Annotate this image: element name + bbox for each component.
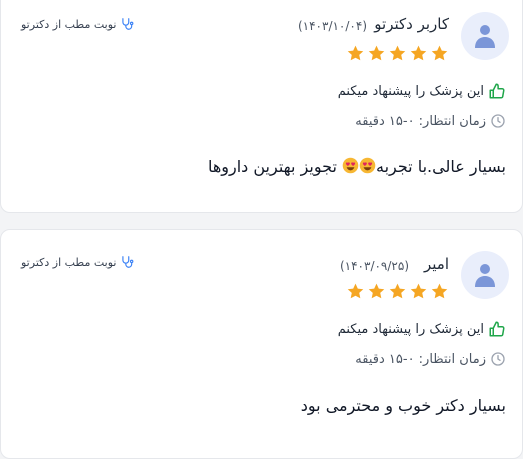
- review-comment: بسیار عالی.با تجربه تجویز بهترین داروها: [208, 157, 506, 176]
- review-card: کاربر دکترتو (۱۴۰۳/۱۰/۰۴) نوبت مطب از دک…: [0, 0, 523, 213]
- star-icon: [410, 283, 427, 299]
- clock-icon: [491, 114, 505, 128]
- appointment-source-label: نوبت مطب از دکترتو: [21, 17, 117, 31]
- recommend-row: این پزشک را پیشنهاد میکنم: [338, 82, 506, 100]
- user-avatar: [461, 12, 509, 60]
- wait-time-text: زمان انتظار: ۰-۱۵ دقیقه: [355, 113, 486, 129]
- star-icon: [347, 283, 364, 299]
- recommend-row: این پزشک را پیشنهاد میکنم: [338, 320, 506, 338]
- star-icon: [347, 45, 364, 61]
- rating-stars: [346, 44, 449, 63]
- review-comment: بسیار دکتر خوب و محترمی بود: [300, 396, 506, 415]
- rating-stars: [346, 282, 449, 301]
- reviewer-name: امیر: [423, 255, 449, 273]
- star-icon: [431, 283, 448, 299]
- stethoscope-icon: [122, 18, 134, 30]
- star-icon: [431, 45, 448, 61]
- user-icon: [475, 264, 495, 287]
- appointment-source[interactable]: نوبت مطب از دکترتو: [21, 17, 134, 31]
- recommend-text: این پزشک را پیشنهاد میکنم: [337, 321, 484, 337]
- review-date: (۱۴۰۳/۱۰/۰۴): [297, 19, 367, 33]
- star-icon: [389, 283, 406, 299]
- clock-icon: [491, 352, 505, 366]
- wait-time-row: زمان انتظار: ۰-۱۵ دقیقه: [355, 351, 506, 367]
- reviewer-name: کاربر دکترتو: [374, 15, 449, 33]
- wait-time-row: زمان انتظار: ۰-۱۵ دقیقه: [355, 113, 506, 129]
- star-icon: [410, 45, 427, 61]
- appointment-source[interactable]: نوبت مطب از دکترتو: [21, 255, 134, 269]
- user-avatar: [461, 251, 509, 299]
- star-icon: [368, 45, 385, 61]
- thumbs-up-icon: [489, 83, 505, 99]
- review-card: امیر (۱۴۰۳/۰۹/۲۵) نوبت مطب از دکترتو این…: [0, 229, 523, 459]
- recommend-text: این پزشک را پیشنهاد میکنم: [337, 83, 484, 99]
- thumbs-up-icon: [489, 321, 505, 337]
- comment-text-start: بسیار عالی.با تجربه: [375, 157, 506, 176]
- user-icon: [475, 25, 495, 48]
- wait-time-text: زمان انتظار: ۰-۱۵ دقیقه: [355, 351, 486, 367]
- review-date: (۱۴۰۳/۰۹/۲۵): [339, 259, 409, 273]
- heart-eyes-emoji-icon: [359, 157, 376, 174]
- star-icon: [368, 283, 385, 299]
- star-icon: [389, 45, 406, 61]
- appointment-source-label: نوبت مطب از دکترتو: [21, 255, 117, 269]
- stethoscope-icon: [122, 256, 134, 268]
- comment-text-end: تجویز بهترین داروها: [207, 157, 337, 176]
- heart-eyes-emoji-icon: [342, 157, 359, 174]
